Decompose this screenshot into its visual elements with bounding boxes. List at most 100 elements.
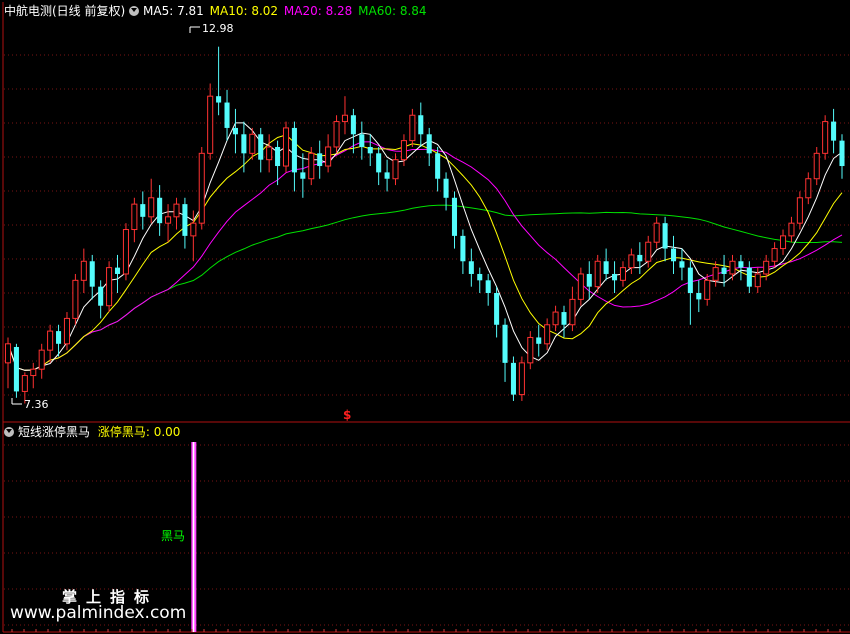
candle-body-down [232,127,238,135]
candle-body-down [443,178,449,198]
candle-body-down [561,312,567,325]
candle-body-down [687,267,693,294]
candle-body-down [603,261,609,274]
candle-body-down [670,248,677,262]
candle-body-up [38,349,45,370]
ma20-legend: MA20: 8.28 [283,4,353,18]
candle-body-down [460,235,466,262]
candle-body-up [30,368,37,377]
candle-body-down [56,331,62,344]
candle-body-up [619,267,626,281]
candle-body-down [536,337,542,344]
candle-body-down [426,134,432,154]
candle-body-down [510,362,516,395]
candle-body-down [721,267,727,274]
candle-body-up [80,260,87,281]
stock-title: 中航电测(日线 前复权) [4,4,126,18]
candle-body-up [544,324,551,345]
candle-body-up [325,146,332,167]
candle-body-up [552,311,559,326]
candle-body-down [224,102,230,128]
candle-body-down [485,280,491,294]
candle-body-up [577,273,584,300]
ma10-legend: MA10: 8.02 [209,4,279,18]
candle-body-down [502,324,508,363]
candle-body-up [729,260,736,275]
kline-chart: 12.98 7.36 $ 黑马 [0,0,850,634]
candle-body-up [771,248,778,262]
dropdown-circle-icon[interactable] [129,6,140,16]
candle-body-down [418,115,424,135]
candle-body-down [258,134,264,160]
candle-body-up [341,114,348,123]
candle-body-up [72,279,79,319]
candle-body-up [308,152,315,180]
candle-body-down [216,96,222,103]
candle-body-up [333,121,340,148]
candle-body-up [527,336,534,364]
candle-body-up [788,222,795,237]
signal-text: 黑马 [161,529,185,543]
candle-body-down [637,254,643,262]
candle-body-up [198,152,205,224]
candle-body-down [477,273,483,281]
candle-body-up [47,330,54,351]
candle-body-down [494,293,500,325]
candle-body-up [122,229,129,275]
candle-body-up [21,375,28,392]
candle-body-up [712,267,719,281]
candle-body-up [594,260,601,288]
candle-body-up [400,140,407,161]
signal-marker: $ [343,408,351,422]
candle-body-down [367,146,373,154]
candle-body-up [780,235,787,250]
main-legend: 中航电测(日线 前复权) MA5: 7.81 MA10: 8.02 MA20: … [4,4,427,18]
candle-body-down [831,121,837,141]
candle-body-up [805,178,812,199]
candle-body-up [190,222,197,237]
candle-body-up [148,197,155,218]
candle-body-down [241,134,247,154]
candle-body-down [300,172,306,179]
candle-body-down [350,115,356,135]
candle-body-down [98,286,104,306]
candle-body-down [612,273,618,281]
candle-body-up [754,273,761,288]
candle-body-down [746,267,752,287]
candle-body-down [275,146,281,167]
candle-body-up [282,127,290,167]
candle-body-up [249,133,256,154]
candle-body-up [207,95,214,154]
ma5-legend: MA5: 7.81 [143,4,204,18]
candle-body-up [63,317,70,345]
candle-body-down [451,197,458,236]
candle-body-down [89,261,95,287]
signal-bar-core [192,442,195,632]
candle-body-up [518,362,525,396]
candle-body-up [266,146,273,161]
candle-body-up [704,279,711,300]
candle-body-down [376,153,382,173]
candle-body-down [140,204,146,217]
candle-body-up [409,114,416,142]
candle-body-up [813,152,820,180]
candle-body-up [763,260,770,275]
candle-body-up [173,203,180,218]
candle-body-down [114,267,121,274]
candle-body-down [157,197,163,224]
candle-body-up [106,267,113,307]
ma60-legend: MA60: 8.84 [358,4,427,18]
candle-body-down [182,204,188,236]
candle-body-down [317,153,323,167]
candle-body-up [796,197,803,224]
candle-body-down [13,346,19,392]
candle-body-down [586,273,592,287]
candle-body-up [165,216,172,224]
candle-body-down [679,261,685,268]
candle-body-down [468,261,474,274]
candle-body-up [392,159,399,180]
candle-body-down [738,261,744,268]
candle-body-up [645,241,652,262]
candle-body-up [131,203,138,231]
dropdown-circle-icon[interactable] [4,427,14,437]
